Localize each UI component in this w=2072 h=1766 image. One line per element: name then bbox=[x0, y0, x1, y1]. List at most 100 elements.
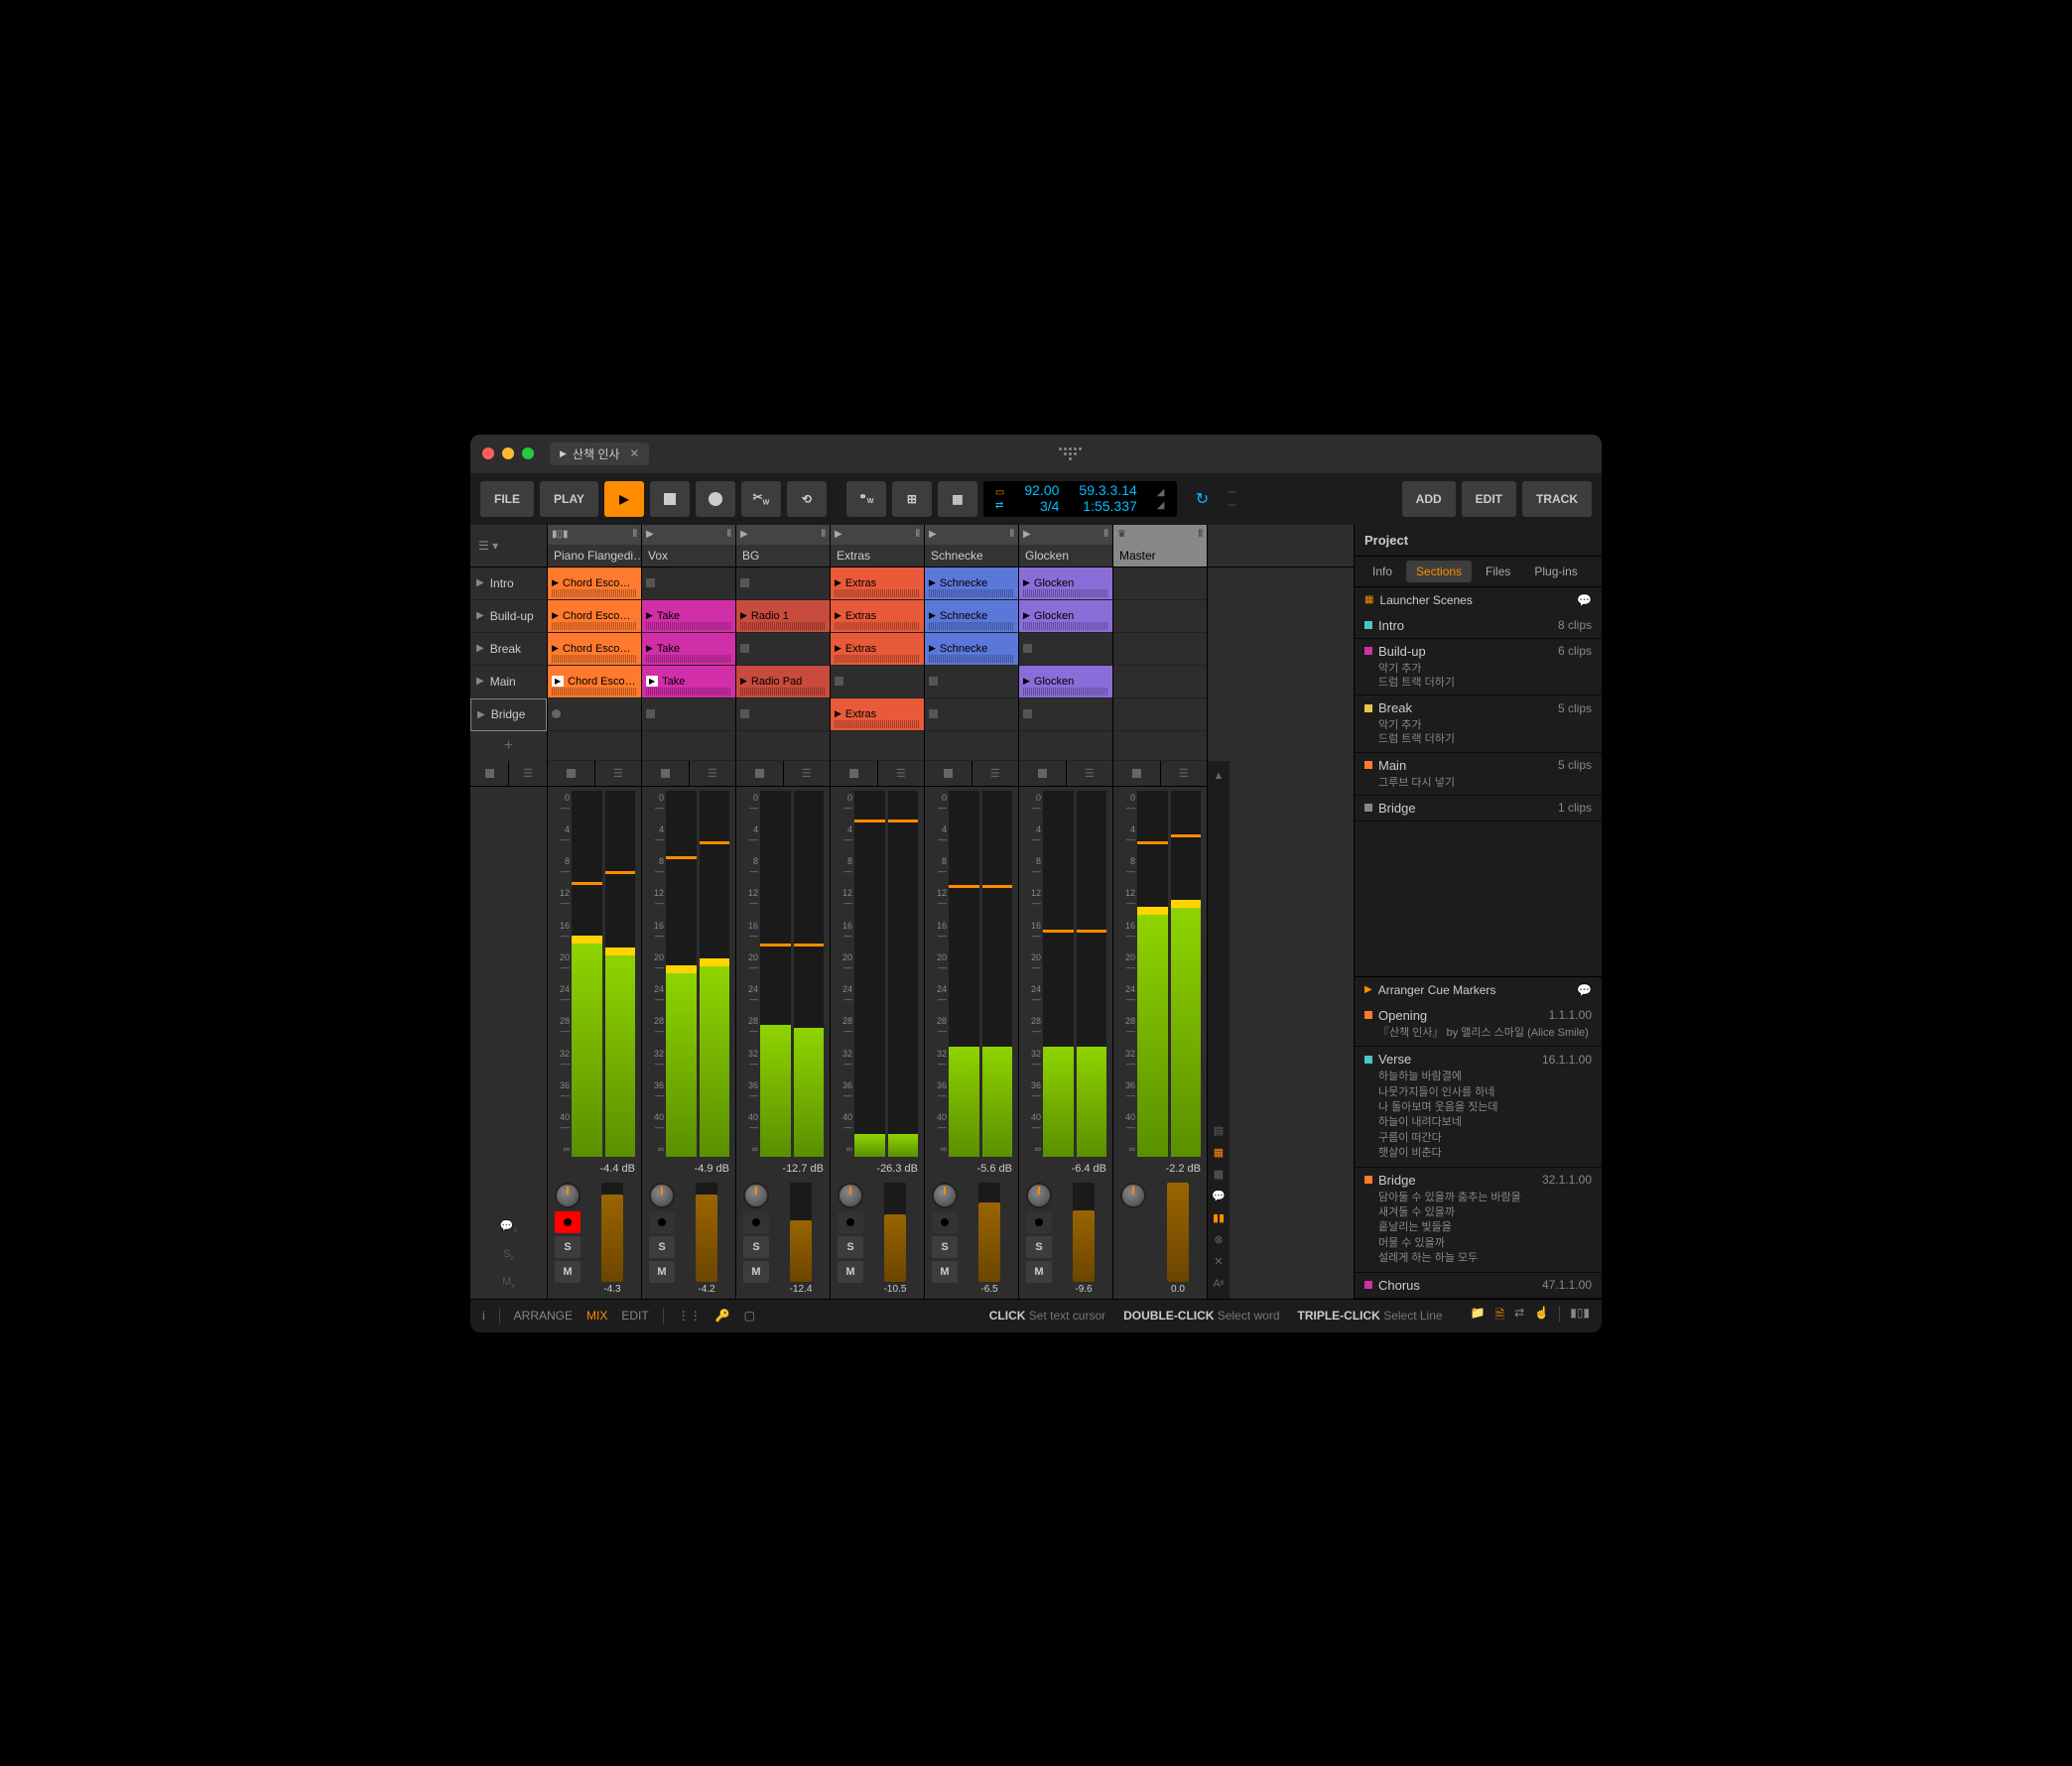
channel-stop[interactable] bbox=[1019, 761, 1067, 786]
track-header[interactable]: ♛⫴Master bbox=[1113, 525, 1208, 567]
loop-button[interactable]: ⟲ bbox=[787, 481, 827, 517]
clip-cell[interactable]: ▶Schnecke bbox=[925, 600, 1018, 633]
footer-tool-3[interactable]: ▢ bbox=[744, 1309, 755, 1323]
empty-clip-cell[interactable] bbox=[1113, 633, 1207, 666]
empty-clip-cell[interactable] bbox=[548, 698, 641, 731]
track-header[interactable]: ▶⫴Glocken bbox=[1019, 525, 1113, 567]
ind-7[interactable]: ✕ bbox=[1212, 1255, 1226, 1269]
tab-sections[interactable]: Sections bbox=[1406, 561, 1472, 582]
clip-cell[interactable]: ▶Glocken bbox=[1019, 600, 1112, 633]
empty-add-cell[interactable] bbox=[642, 731, 735, 761]
solo-button[interactable]: S bbox=[649, 1236, 675, 1258]
clip-cell[interactable]: ▶Take bbox=[642, 633, 735, 666]
project-tab[interactable]: ▶ 산책 인사 ✕ bbox=[550, 442, 649, 465]
solo-button[interactable]: S bbox=[555, 1236, 581, 1258]
empty-clip-cell[interactable] bbox=[1019, 633, 1112, 666]
add-lane-button[interactable]: ⊞ bbox=[892, 481, 932, 517]
mix-menu-all[interactable]: ☰ bbox=[509, 761, 547, 786]
empty-add-cell[interactable] bbox=[1113, 731, 1207, 761]
track-header[interactable]: ▶⫴BG bbox=[736, 525, 831, 567]
volume-fader[interactable] bbox=[978, 1183, 1000, 1282]
play-button[interactable]: ▶ bbox=[604, 481, 644, 517]
launcher-scene-item[interactable]: Main5 clips그루브 다시 넣기 bbox=[1355, 753, 1602, 796]
link-automation-button[interactable]: ⚭W bbox=[846, 481, 886, 517]
play-label-button[interactable]: PLAY bbox=[540, 481, 598, 517]
tempo-value[interactable]: 92.00 bbox=[1024, 483, 1059, 498]
mix-stop-all[interactable] bbox=[470, 761, 509, 786]
volume-fader[interactable] bbox=[790, 1183, 812, 1282]
ind-3[interactable]: ▦ bbox=[1212, 1168, 1226, 1182]
solo-clear-icon[interactable]: Sx bbox=[503, 1248, 514, 1262]
loop-region-icon[interactable]: ↻ bbox=[1183, 489, 1223, 509]
tab-files[interactable]: Files bbox=[1476, 561, 1520, 582]
clip-cell[interactable]: ▶Glocken bbox=[1019, 666, 1112, 698]
track-header[interactable]: ▶⫴Extras bbox=[831, 525, 925, 567]
clip-cell[interactable]: ▶Schnecke bbox=[925, 568, 1018, 600]
cue-marker-item[interactable]: Opening1.1.1.00『산책 인사』 by 앨리스 스마일 (Alice… bbox=[1355, 1003, 1602, 1047]
empty-clip-cell[interactable] bbox=[736, 633, 830, 666]
mode-mix[interactable]: MIX bbox=[586, 1309, 607, 1323]
comment-icon[interactable]: 💬 bbox=[1577, 593, 1592, 607]
comment-icon[interactable]: 💬 bbox=[1577, 983, 1592, 997]
channel-stop[interactable] bbox=[736, 761, 784, 786]
empty-clip-cell[interactable] bbox=[736, 568, 830, 600]
clip-cell[interactable]: ▶Chord Esco… bbox=[548, 633, 641, 666]
pan-knob[interactable] bbox=[932, 1183, 958, 1208]
empty-add-cell[interactable] bbox=[736, 731, 830, 761]
clip-cell[interactable]: ▶Glocken bbox=[1019, 568, 1112, 600]
channel-stop[interactable] bbox=[925, 761, 972, 786]
mute-button[interactable]: M bbox=[743, 1261, 769, 1283]
empty-clip-cell[interactable] bbox=[1019, 698, 1112, 731]
pan-knob[interactable] bbox=[555, 1183, 581, 1208]
channel-menu[interactable]: ☰ bbox=[690, 761, 736, 786]
volume-fader[interactable] bbox=[884, 1183, 906, 1282]
record-arm-button[interactable] bbox=[932, 1211, 958, 1233]
track-header[interactable]: ▶⫴Vox bbox=[642, 525, 736, 567]
mute-clear-icon[interactable]: Mx bbox=[502, 1276, 515, 1290]
scene-row[interactable]: ▶Bridge bbox=[470, 698, 547, 731]
ind-6[interactable]: ⊗ bbox=[1212, 1233, 1226, 1247]
ind-5[interactable]: ▮▮ bbox=[1212, 1211, 1226, 1225]
file-button[interactable]: FILE bbox=[480, 481, 534, 517]
mute-button[interactable]: M bbox=[1026, 1261, 1052, 1283]
channel-stop[interactable] bbox=[642, 761, 690, 786]
edit-button[interactable]: EDIT bbox=[1462, 481, 1516, 517]
clip-cell[interactable]: ▶Extras bbox=[831, 600, 924, 633]
empty-clip-cell[interactable] bbox=[736, 698, 830, 731]
clip-cell[interactable]: ▶Radio Pad bbox=[736, 666, 830, 698]
channel-menu[interactable]: ☰ bbox=[878, 761, 925, 786]
solo-button[interactable]: S bbox=[838, 1236, 863, 1258]
channel-stop[interactable] bbox=[1113, 761, 1161, 786]
channel-menu[interactable]: ☰ bbox=[972, 761, 1019, 786]
empty-add-cell[interactable] bbox=[831, 731, 924, 761]
footer-tool-1[interactable]: ⋮⋮ bbox=[678, 1309, 702, 1323]
add-scene-button[interactable]: + bbox=[470, 731, 547, 761]
record-arm-button[interactable] bbox=[555, 1211, 581, 1233]
scene-row[interactable]: ▶Build-up bbox=[470, 600, 547, 633]
ind-8[interactable]: AB bbox=[1212, 1277, 1226, 1291]
track-button[interactable]: TRACK bbox=[1522, 481, 1592, 517]
empty-clip-cell[interactable] bbox=[642, 698, 735, 731]
pan-knob[interactable] bbox=[649, 1183, 675, 1208]
minimize-window-button[interactable] bbox=[502, 447, 514, 459]
clip-cell[interactable]: ▶Extras bbox=[831, 633, 924, 666]
ind-2[interactable]: ▦ bbox=[1212, 1146, 1226, 1160]
scene-row[interactable]: ▶Main bbox=[470, 666, 547, 698]
pan-knob[interactable] bbox=[743, 1183, 769, 1208]
launcher-scene-item[interactable]: Bridge1 clips bbox=[1355, 796, 1602, 821]
position-bars[interactable]: 59.3.3.14 bbox=[1079, 483, 1136, 498]
channel-stop[interactable] bbox=[831, 761, 878, 786]
info-icon[interactable]: i bbox=[482, 1309, 485, 1323]
channel-menu[interactable]: ☰ bbox=[784, 761, 831, 786]
clip-cell[interactable]: ▶Take bbox=[642, 666, 735, 698]
cue-marker-item[interactable]: Bridge32.1.1.00담아둘 수 있을까 춤추는 바람을새겨둘 수 있을… bbox=[1355, 1168, 1602, 1273]
track-header[interactable]: ▶⫴Schnecke bbox=[925, 525, 1019, 567]
clip-cell[interactable]: ▶Schnecke bbox=[925, 633, 1018, 666]
mute-button[interactable]: M bbox=[838, 1261, 863, 1283]
volume-fader[interactable] bbox=[601, 1183, 623, 1282]
ind-1[interactable]: ▤ bbox=[1212, 1124, 1226, 1138]
empty-add-cell[interactable] bbox=[925, 731, 1018, 761]
maximize-window-button[interactable] bbox=[522, 447, 534, 459]
empty-clip-cell[interactable] bbox=[1113, 600, 1207, 633]
mode-edit[interactable]: EDIT bbox=[621, 1309, 648, 1323]
